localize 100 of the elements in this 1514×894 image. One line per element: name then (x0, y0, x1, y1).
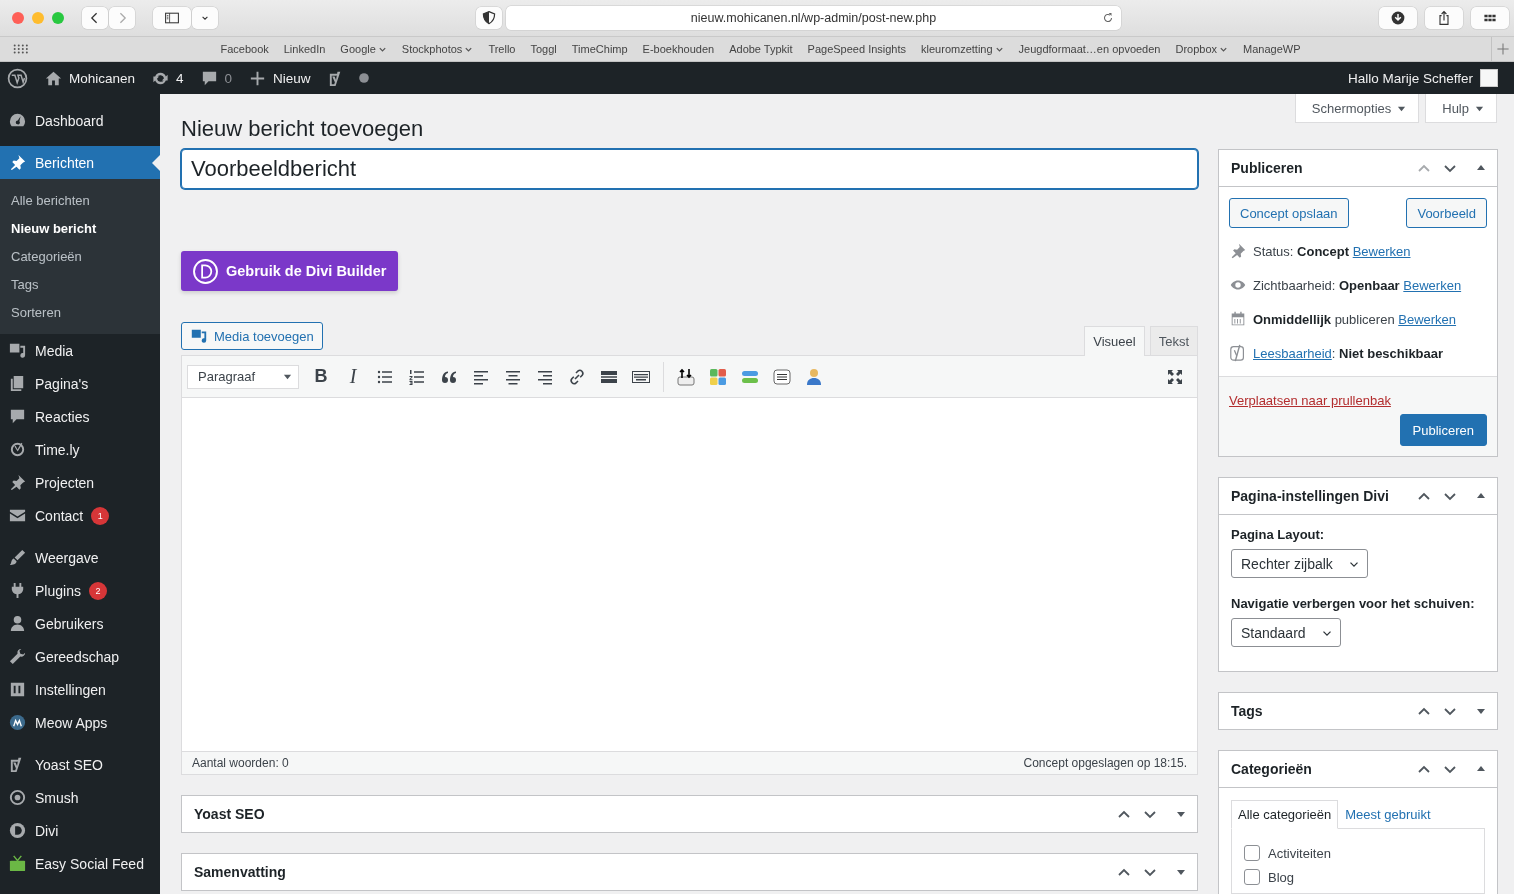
shield-icon (481, 10, 497, 26)
category-tab[interactable]: Alle categorieën (1231, 800, 1339, 829)
category-tab[interactable]: Meest gebruikt (1338, 800, 1438, 829)
edit-link[interactable]: Bewerken (1398, 311, 1457, 327)
menu-label: Instellingen (35, 681, 106, 698)
menu-item[interactable]: Weergave (0, 541, 160, 574)
menu-item[interactable]: Easy Social Feed (0, 847, 160, 880)
tabs-button[interactable] (1471, 7, 1509, 29)
comments-link[interactable]: 0 (199, 68, 233, 88)
menu-label: Berichten (35, 154, 95, 171)
italic-button[interactable]: I (343, 365, 363, 388)
menu-item[interactable]: Plugins 2 (0, 574, 160, 607)
trash-link[interactable]: Verplaatsen naar prullenbak (1229, 393, 1391, 408)
box-title: Pagina-instellingen Divi (1231, 488, 1390, 504)
menu-label: Time.ly (35, 441, 80, 458)
menu-label: Yoast SEO (35, 756, 103, 773)
account-link[interactable]: Hallo Marije Scheffer (1347, 69, 1498, 87)
bookmark-link[interactable]: Dropbox (1175, 43, 1229, 55)
brush-icon (8, 548, 27, 567)
menu-item[interactable]: Dashboard (0, 104, 160, 137)
publish-button[interactable]: Publiceren (1399, 414, 1487, 446)
menu-item[interactable]: Smush (0, 781, 160, 814)
bookmark-link[interactable]: E-boekhouden (642, 43, 715, 55)
submenu-item[interactable]: Nieuw bericht (0, 215, 160, 243)
field-label: Pagina Layout: (1231, 527, 1325, 542)
bookmark-link[interactable]: ManageWP (1243, 43, 1301, 55)
submenu-item[interactable]: Alle berichten (0, 187, 160, 215)
menu-item[interactable]: Media (0, 334, 160, 367)
import-icon[interactable] (676, 366, 696, 387)
menu-item[interactable]: Time.ly (0, 433, 160, 466)
share-button[interactable] (1425, 7, 1463, 29)
menu-item[interactable]: Instellingen (0, 673, 160, 706)
menu-label: Plugins (35, 582, 81, 599)
media-icon (8, 341, 27, 360)
menu-label: Smush (35, 789, 79, 806)
screen-options-button[interactable]: Schermopties (1294, 94, 1420, 123)
bookmark-link[interactable]: PageSpeed Insights (807, 43, 907, 55)
menu-item[interactable]: Meow Apps (0, 706, 160, 739)
address-bar[interactable]: nieuw.mohicanen.nl/wp-admin/post-new.php (506, 6, 1121, 30)
checkbox[interactable] (1244, 869, 1260, 885)
save-draft-button[interactable]: Concept opslaan (1229, 198, 1349, 228)
menu-item[interactable]: Divi (0, 814, 160, 847)
list-box-icon[interactable] (772, 366, 792, 387)
wordpress-logo-icon[interactable] (7, 67, 28, 89)
submenu-item[interactable]: Tags (0, 271, 160, 299)
bookmark-link[interactable]: TimeChimp (571, 43, 628, 55)
help-button[interactable]: Hulp (1425, 94, 1497, 123)
menu-item[interactable]: Berichten (0, 146, 160, 179)
map-pin-icon (1229, 242, 1247, 260)
url-text: nieuw.mohicanen.nl/wp-admin/post-new.php (690, 11, 937, 25)
editor-tab[interactable]: Visueel (1084, 326, 1145, 356)
menu-item[interactable]: Pagina's (0, 367, 160, 400)
bookmark-link[interactable]: Trello (488, 43, 516, 55)
bold-button[interactable]: B (311, 366, 331, 387)
divi-builder-button[interactable]: Gebruik de Divi Builder (181, 251, 399, 291)
publish-info-text: Zichtbaarheid: Openbaar Bewerken (1253, 277, 1462, 293)
new-content-link[interactable]: Nieuw (248, 68, 311, 88)
add-media-button[interactable]: Media toevoegen (181, 322, 323, 350)
checkbox[interactable] (1244, 845, 1260, 861)
bookmark-link[interactable]: kleuromzetting (921, 43, 1004, 55)
bookmark-link[interactable]: Adobe Typkit (729, 43, 793, 55)
format-select[interactable]: Paragraaf (187, 364, 299, 389)
menu-item[interactable]: Projecten (0, 466, 160, 499)
title-field[interactable]: Voorbeeldbericht (181, 149, 1198, 189)
readability-link[interactable]: Leesbaarheid (1253, 345, 1332, 361)
menu-item[interactable]: Reacties (0, 400, 160, 433)
editor-tab[interactable]: Tekst (1149, 326, 1198, 355)
site-name-link[interactable]: Mohicanen (44, 68, 136, 88)
edit-link[interactable]: Bewerken (1352, 243, 1411, 259)
menu-item[interactable]: Gereedschap (0, 640, 160, 673)
share-icon (1436, 10, 1452, 26)
metabox-title: Samenvatting (194, 864, 287, 880)
wrench-icon (8, 647, 27, 666)
sidebar-toggle-button[interactable] (153, 7, 191, 29)
bookmark-link[interactable]: Google (340, 43, 387, 55)
bookmark-link[interactable]: LinkedIn (283, 43, 326, 55)
bookmark-link[interactable]: Jeugdformaat…en opvoeden (1018, 43, 1161, 55)
bookmark-link[interactable]: Facebook (220, 43, 269, 55)
submenu-item[interactable]: Categorieën (0, 243, 160, 271)
rings-icon (8, 788, 27, 807)
downloads-button[interactable] (1379, 7, 1417, 29)
menu-label: Meow Apps (35, 714, 108, 731)
dropdown-select[interactable]: Rechter zijbalk (1231, 549, 1368, 578)
menu-item[interactable]: Contact 1 (0, 499, 160, 532)
preview-button[interactable]: Voorbeeld (1406, 198, 1487, 228)
submenu-item[interactable]: Sorteren (0, 299, 160, 327)
bookmark-link[interactable]: Stockphotos (401, 43, 474, 55)
divi-icon (192, 257, 219, 285)
bookmark-link[interactable]: Toggl (530, 43, 557, 55)
updates-link[interactable]: 4 (151, 68, 184, 88)
color-grid-icon[interactable] (708, 366, 728, 387)
menu-item[interactable]: Gebruikers (0, 607, 160, 640)
dropdown-select[interactable]: Standaard (1231, 618, 1341, 647)
edit-link[interactable]: Bewerken (1403, 277, 1462, 293)
back-button[interactable] (82, 7, 108, 29)
user-icon[interactable] (804, 366, 824, 387)
menu-item[interactable]: Yoast SEO (0, 748, 160, 781)
reload-icon[interactable] (1101, 11, 1115, 25)
privacy-button[interactable] (476, 7, 502, 29)
media-icon (190, 327, 208, 345)
